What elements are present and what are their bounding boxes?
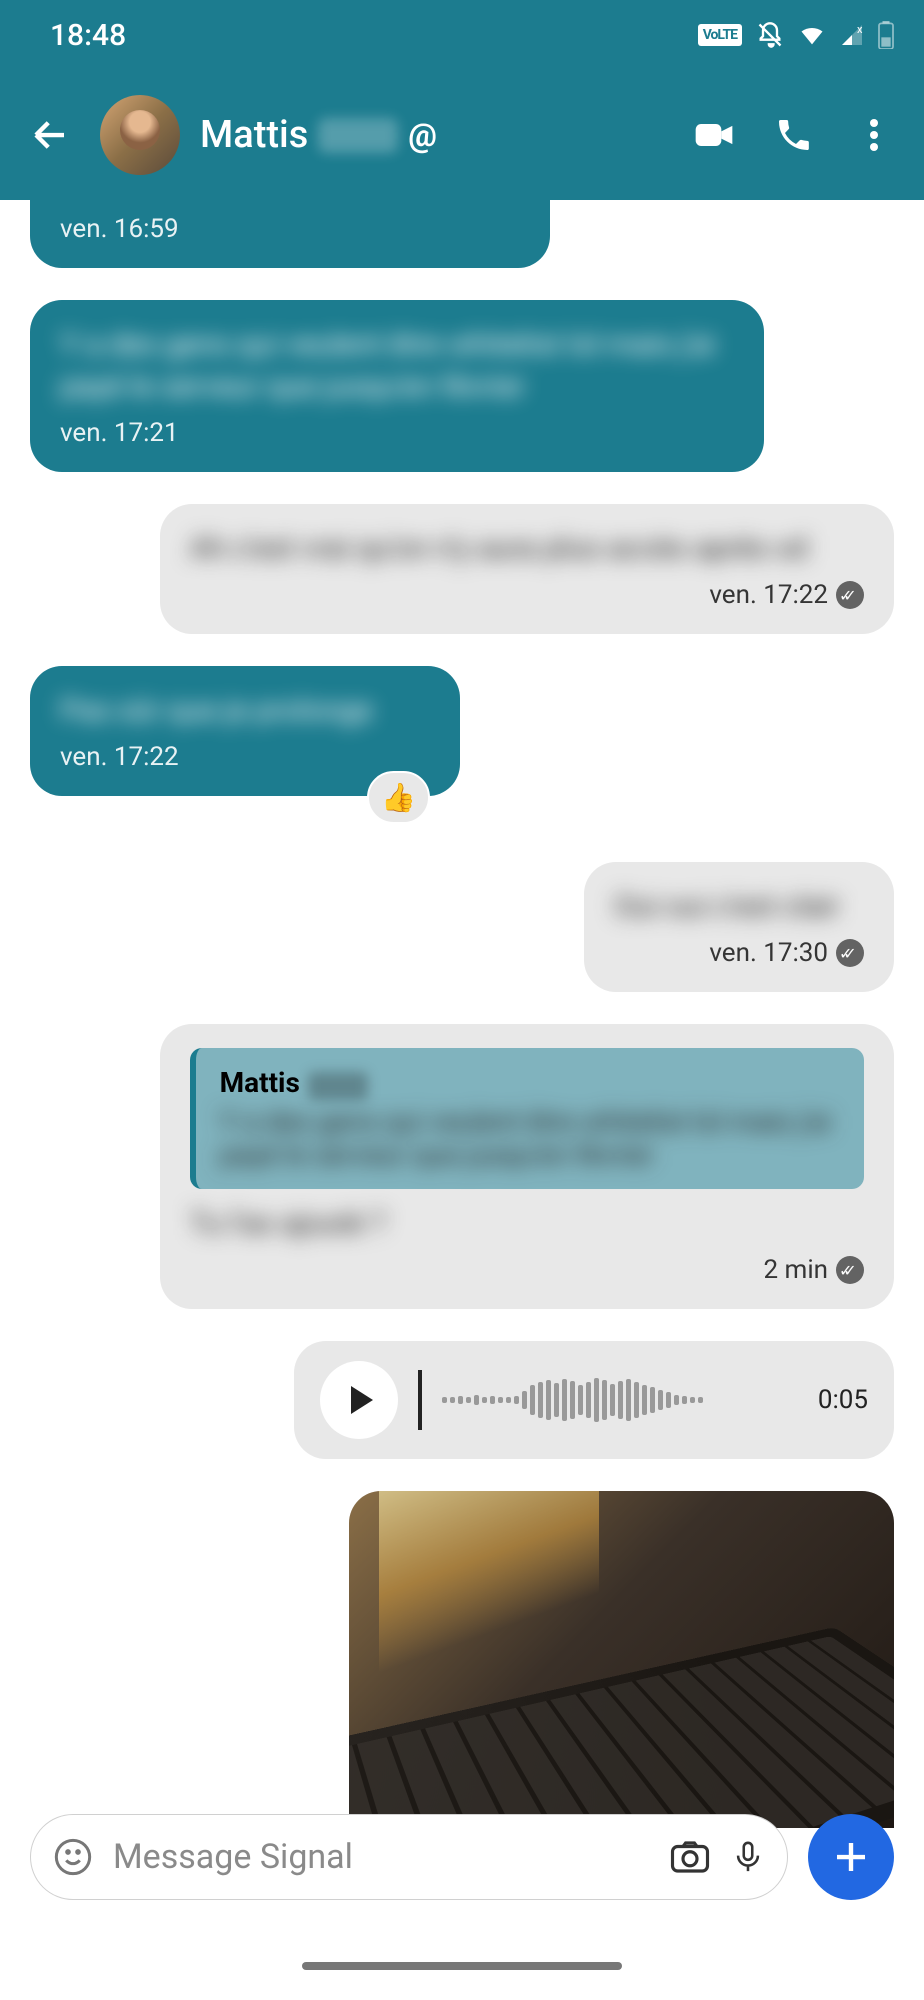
message-timestamp: ven. 17:21	[60, 418, 734, 448]
svg-text:x: x	[857, 23, 863, 36]
message-timestamp: ven. 17:22	[190, 580, 864, 610]
emoji-icon[interactable]	[53, 1837, 93, 1877]
contact-name-wrap[interactable]: Mattis @	[200, 113, 664, 157]
message-text: Pas sûr que je prolonge	[60, 690, 430, 732]
message-input-container[interactable]: Message Signal	[30, 1814, 788, 1900]
playhead-marker[interactable]	[418, 1370, 422, 1430]
reaction-emoji[interactable]: 👍	[367, 771, 430, 824]
chat-header: Mattis @	[0, 70, 924, 200]
quote-author-blur	[308, 1072, 368, 1100]
message-out[interactable]: Ah c'est vrai qu'on n'y aura plus accès …	[160, 504, 894, 634]
contact-surname-blur	[318, 118, 398, 153]
timestamp-text: 2 min	[763, 1255, 828, 1285]
message-in[interactable]: Y a des gens qui veulent être whitelist …	[30, 300, 764, 472]
read-receipt-icon	[836, 939, 864, 967]
mute-icon	[756, 21, 784, 49]
image-content-lamp	[379, 1491, 599, 1671]
timestamp-text: ven. 17:30	[709, 938, 828, 968]
at-icon: @	[408, 116, 437, 154]
message-text: Oui oui c'est clair	[614, 886, 864, 928]
image-message[interactable]: À l'instant	[349, 1491, 894, 1828]
message-out-quoted[interactable]: Mattis Y a des gens qui veulent être whi…	[160, 1024, 894, 1309]
status-icons: VoLTE x	[698, 21, 894, 49]
mic-icon[interactable]	[731, 1836, 765, 1878]
waveform[interactable]	[442, 1375, 798, 1425]
read-receipt-icon	[836, 1256, 864, 1284]
quote-block[interactable]: Mattis Y a des gens qui veulent être whi…	[190, 1048, 864, 1189]
nav-indicator[interactable]	[302, 1962, 622, 1970]
voice-message[interactable]: 0:05	[294, 1341, 894, 1459]
read-receipt-icon	[836, 581, 864, 609]
chat-scroll-area[interactable]: ven. 16:59 Y a des gens qui veulent être…	[0, 200, 924, 1828]
message-in-cutoff[interactable]: ven. 16:59	[30, 200, 550, 268]
message-text: Ah c'est vrai qu'on n'y aura plus accès …	[190, 528, 864, 570]
message-text: Y a des gens qui veulent être whitelist …	[60, 324, 734, 408]
message-timestamp: ven. 17:30	[614, 938, 864, 968]
voice-duration: 0:05	[818, 1385, 868, 1415]
status-bar: 18:48 VoLTE x	[0, 0, 924, 70]
contact-name: Mattis	[200, 113, 308, 157]
message-in[interactable]: Pas sûr que je prolonge ven. 17:22 👍	[30, 666, 460, 796]
status-time: 18:48	[50, 18, 126, 53]
message-timestamp: 2 min	[190, 1255, 864, 1285]
add-button[interactable]	[808, 1814, 894, 1900]
message-text: Tu l'as ajouté ?	[190, 1203, 864, 1245]
contact-avatar[interactable]	[100, 95, 180, 175]
timestamp-text: ven. 17:22	[709, 580, 828, 610]
more-options-button[interactable]	[844, 105, 904, 165]
play-button[interactable]	[320, 1361, 398, 1439]
signal-icon: x	[840, 23, 864, 47]
message-out[interactable]: Oui oui c'est clair ven. 17:30	[584, 862, 894, 992]
message-timestamp: ven. 16:59	[60, 214, 520, 244]
camera-icon[interactable]	[669, 1836, 711, 1878]
message-input[interactable]: Message Signal	[113, 1837, 649, 1877]
message-timestamp: ven. 17:22	[60, 742, 430, 772]
quote-text: Y a des gens qui veulent être whitelist …	[220, 1105, 840, 1171]
battery-icon	[878, 21, 894, 49]
voice-call-button[interactable]	[764, 105, 824, 165]
wifi-icon	[798, 21, 826, 49]
quote-author: Mattis	[220, 1066, 300, 1099]
input-bar: Message Signal	[0, 1814, 924, 1900]
back-button[interactable]	[20, 105, 80, 165]
video-call-button[interactable]	[684, 105, 744, 165]
play-icon	[351, 1386, 373, 1414]
volte-indicator: VoLTE	[698, 24, 742, 46]
